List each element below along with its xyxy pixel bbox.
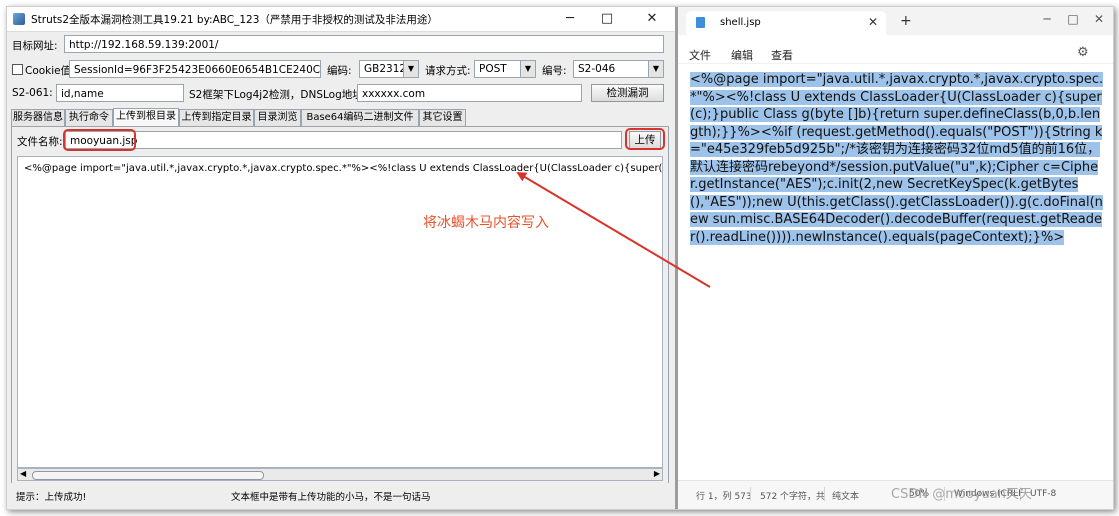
cookie-checkbox[interactable] — [12, 64, 23, 75]
file-icon — [696, 17, 705, 28]
file-tab[interactable]: shell.jsp ✕ — [686, 11, 886, 35]
scroll-right-icon[interactable]: ▶ — [654, 469, 660, 478]
status-separator — [824, 487, 825, 501]
notepad-tabbar: shell.jsp ✕ + ─ □ ✕ — [678, 7, 1113, 35]
shell-content-text: <%@page import="java.util.*,javax.crypto… — [24, 163, 663, 174]
url-label: 目标网址: — [12, 40, 58, 52]
status-message: 提示：上传成功! — [16, 492, 87, 503]
tab-upload-root[interactable]: 上传到根目录 — [113, 108, 179, 126]
method-label: 请求方式: — [425, 65, 471, 77]
annotation-text: 将冰蝎木马内容写入 — [423, 215, 549, 231]
java-app-icon — [13, 13, 25, 25]
new-tab-icon[interactable]: + — [900, 13, 912, 29]
number-value: S2-046 — [578, 63, 616, 75]
gear-icon[interactable]: ⚙ — [1077, 45, 1089, 60]
status-separator — [750, 487, 751, 501]
watermark: CSDN @mooyuan天天 — [891, 487, 1032, 502]
filename-label: 文件名称: — [17, 136, 63, 148]
menu-edit[interactable]: 编辑 — [731, 47, 753, 63]
upload-highlight — [625, 128, 665, 150]
char-count: 572 个字符，共 — [760, 492, 826, 502]
cursor-position: 行 1，列 573 — [696, 492, 752, 502]
s2061-input[interactable]: id,name — [56, 84, 184, 102]
cookie-label: Cookie值 — [25, 65, 72, 77]
encoding-value: GB2312 — [364, 63, 407, 75]
method-select[interactable]: POST ▼ — [474, 60, 536, 78]
url-input[interactable]: http://192.168.59.139:2001/ — [64, 35, 664, 53]
dnslog-input[interactable]: xxxxxx.com — [357, 84, 582, 102]
encoding-label: 编码: — [327, 65, 352, 77]
close-tab-icon[interactable]: ✕ — [868, 15, 878, 29]
notepad-menubar: 文件 编辑 查看 ⚙ — [678, 35, 1113, 64]
chevron-down-icon: ▼ — [520, 61, 535, 77]
filename-highlight — [63, 129, 136, 151]
chevron-down-icon: ▼ — [648, 61, 663, 77]
chevron-down-icon: ▼ — [403, 61, 418, 77]
minimize-icon[interactable]: ─ — [1034, 9, 1060, 29]
struts2-tool-window: Struts2全版本漏洞检测工具19.21 by:ABC_123（严禁用于非授权… — [7, 7, 675, 509]
scroll-left-icon[interactable]: ◀ — [20, 469, 26, 478]
shell-content-textarea[interactable]: <%@page import="java.util.*,javax.crypto… — [17, 156, 663, 468]
file-tab-name: shell.jsp — [720, 17, 761, 28]
detect-vuln-button[interactable]: 检测漏洞 — [591, 84, 664, 102]
menu-view[interactable]: 查看 — [771, 47, 793, 63]
encoding-select[interactable]: GB2312 ▼ — [359, 60, 419, 78]
tab-other-settings[interactable]: 其它设置 — [419, 109, 466, 126]
status-hint: 文本框中是带有上传功能的小马，不是一句话马 — [231, 492, 431, 503]
notepad-text-area[interactable]: <%@page import="java.util.*,javax.crypto… — [690, 71, 1105, 246]
cookie-row: Cookie值 SessionId=96F3F25423E0660E0654B1… — [7, 59, 675, 81]
close-icon[interactable]: ✕ — [1086, 9, 1112, 29]
tab-server-info[interactable]: 服务器信息 — [11, 109, 65, 126]
s2061-row: S2-061: id,name S2框架下Log4j2检测，DNSLog地址: … — [7, 83, 675, 105]
log4j-label: S2框架下Log4j2检测，DNSLog地址: — [189, 89, 367, 101]
text-format: 纯文本 — [832, 492, 860, 502]
maximize-icon[interactable]: □ — [592, 9, 622, 29]
tab-exec-command[interactable]: 执行命令 — [65, 109, 113, 126]
maximize-icon[interactable]: □ — [1060, 9, 1086, 29]
tab-base64[interactable]: Base64编码二进制文件 — [301, 109, 419, 126]
selected-shell-code: <%@page import="java.util.*,javax.crypto… — [690, 72, 1104, 245]
tab-dir-browse[interactable]: 目录浏览 — [254, 109, 301, 126]
method-value: POST — [479, 63, 507, 75]
notepad-window: shell.jsp ✕ + ─ □ ✕ 文件 编辑 查看 ⚙ <%@page i… — [678, 7, 1113, 509]
number-label: 编号: — [542, 65, 567, 77]
horizontal-scrollbar[interactable]: ◀ ▶ — [17, 468, 663, 481]
number-select[interactable]: S2-046 ▼ — [573, 60, 664, 78]
minimize-icon[interactable]: ─ — [555, 9, 585, 29]
cookie-input[interactable]: SessionId=96F3F25423E0660E0654B1CE240C3C… — [69, 60, 321, 78]
menu-file[interactable]: 文件 — [689, 47, 711, 63]
close-icon[interactable]: ✕ — [637, 9, 667, 29]
app-statusbar: 提示：上传成功! 文本框中是带有上传功能的小马，不是一句话马 — [7, 483, 675, 509]
s2061-label: S2-061: — [12, 87, 53, 99]
url-row: 目标网址: http://192.168.59.139:2001/ — [7, 34, 675, 56]
filename-input[interactable]: mooyuan.jsp — [65, 131, 622, 149]
app-titlebar: Struts2全版本漏洞检测工具19.21 by:ABC_123（严禁用于非授权… — [7, 7, 675, 32]
file-encoding: UTF-8 — [1030, 489, 1057, 499]
tab-upload-dir[interactable]: 上传到指定目录 — [179, 109, 254, 126]
app-title: Struts2全版本漏洞检测工具19.21 by:ABC_123（严禁用于非授权… — [31, 14, 438, 26]
screenshot-frame: Struts2全版本漏洞检测工具19.21 by:ABC_123（严禁用于非授权… — [6, 6, 1114, 510]
scrollbar-thumb[interactable] — [32, 471, 264, 480]
